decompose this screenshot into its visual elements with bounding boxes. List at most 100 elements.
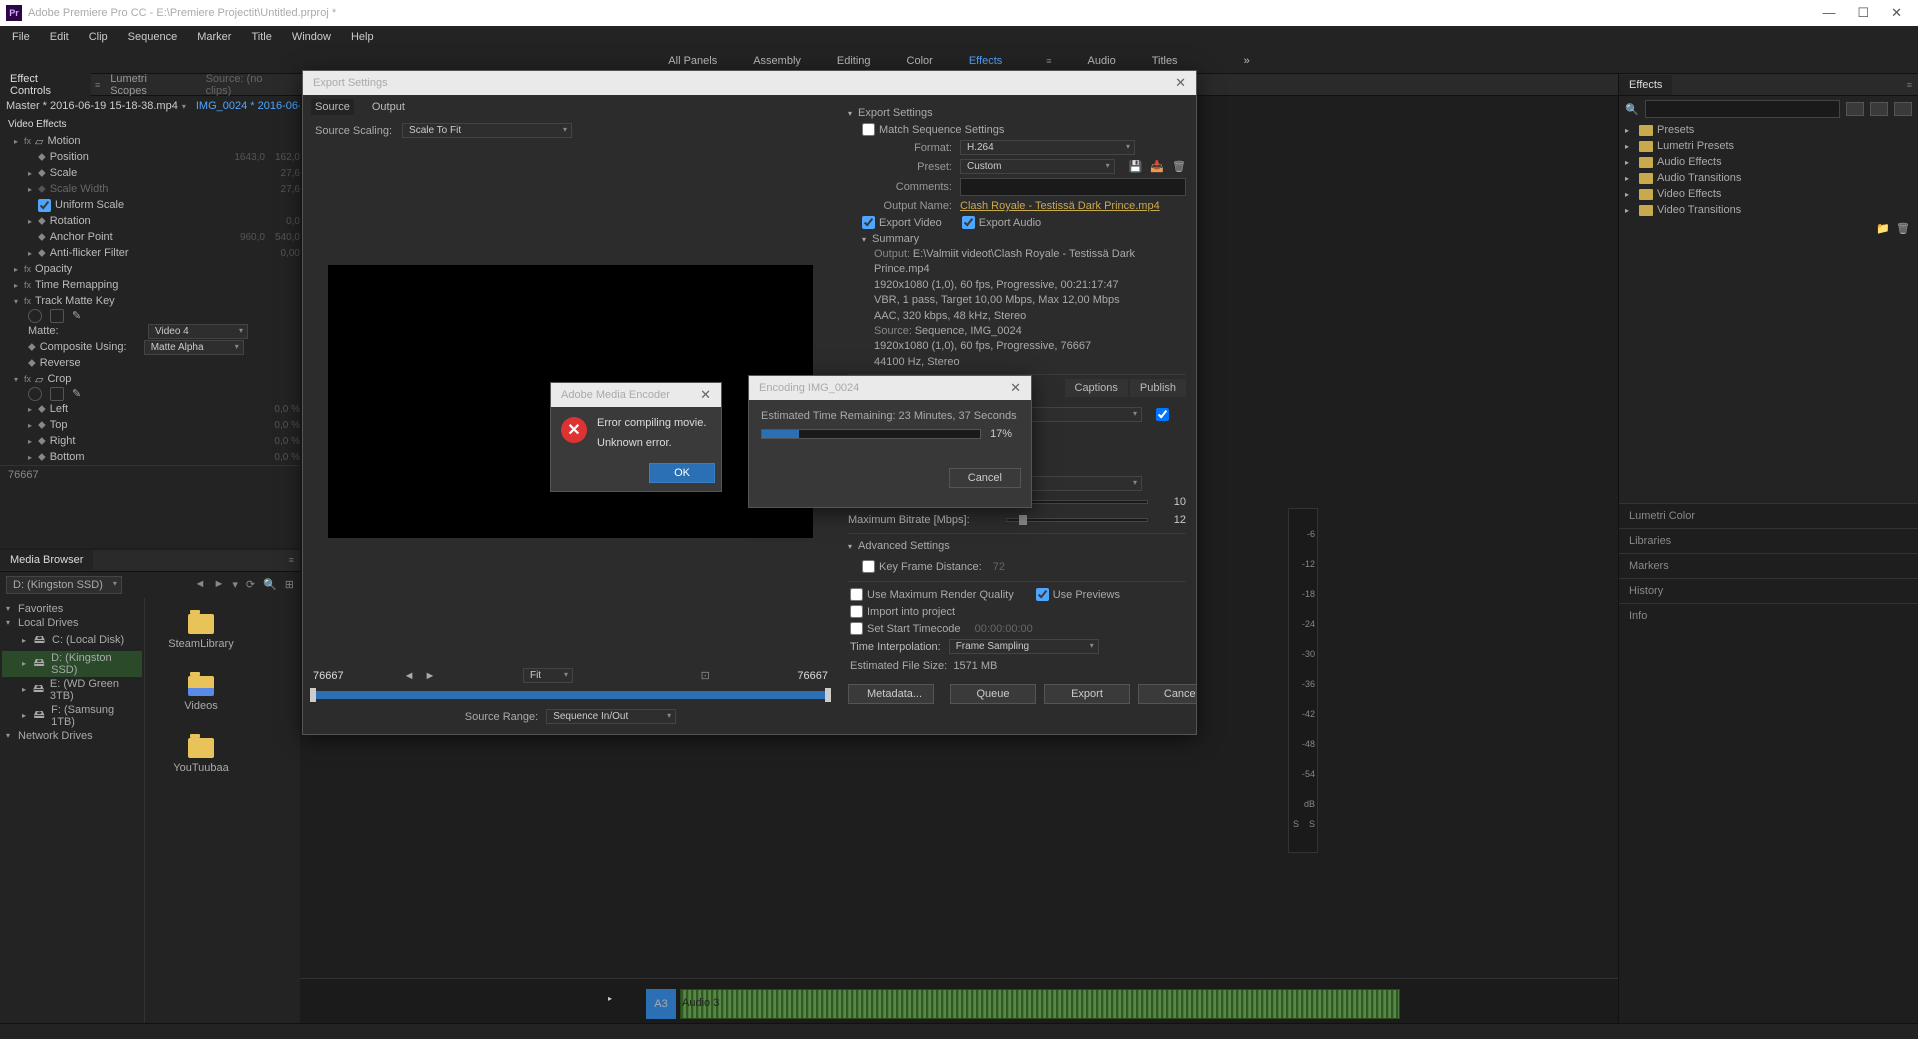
step-fwd-icon[interactable]: ►	[424, 670, 435, 682]
antiflicker-value[interactable]: 0,00	[281, 248, 300, 259]
ws-all-panels[interactable]: All Panels	[662, 51, 723, 71]
minimize-button[interactable]: —	[1822, 5, 1835, 21]
step-back-icon[interactable]: ◄	[404, 670, 415, 682]
folder-steamlibrary[interactable]: SteamLibrary	[161, 614, 241, 650]
matte-dropdown[interactable]: Video 4	[148, 324, 248, 339]
panel-info[interactable]: Info	[1619, 603, 1918, 1023]
back-icon[interactable]: ◄	[195, 578, 206, 591]
fit-dropdown[interactable]: Fit	[523, 668, 573, 683]
menu-sequence[interactable]: Sequence	[120, 29, 186, 45]
max-bitrate-slider[interactable]	[1006, 518, 1148, 522]
export-tab-captions[interactable]: Captions	[1065, 379, 1128, 397]
delete-preset-icon[interactable]: 🗑	[1172, 160, 1186, 173]
delete-icon[interactable]: 🗑	[1896, 222, 1910, 235]
time-interp-dropdown[interactable]: Frame Sampling	[949, 639, 1099, 654]
track-expand-icon[interactable]: ▸	[608, 994, 612, 1003]
time-remapping-effect[interactable]: Time Remapping	[35, 279, 118, 291]
audio-clip[interactable]	[680, 989, 1400, 1019]
menu-title[interactable]: Title	[243, 29, 279, 45]
ec-master-clip[interactable]: Master * 2016-06-19 15-18-38.mp4	[6, 100, 178, 112]
opacity-effect[interactable]: Opacity	[35, 263, 72, 275]
panel-lumetri-color[interactable]: Lumetri Color	[1619, 503, 1918, 528]
uniform-scale-checkbox[interactable]	[38, 199, 51, 212]
tree-favorites[interactable]: ▾Favorites	[2, 602, 142, 616]
crop-effect[interactable]: Crop	[47, 373, 71, 385]
motion-effect[interactable]: Motion	[47, 135, 80, 147]
menu-marker[interactable]: Marker	[189, 29, 239, 45]
chevron-down-icon[interactable]: ▾	[182, 102, 186, 111]
position-y[interactable]: 162,0	[275, 152, 300, 163]
start-timecode-checkbox[interactable]	[850, 622, 863, 635]
aspect-icon[interactable]: ⊡	[701, 669, 710, 682]
effects-search-input[interactable]	[1645, 100, 1840, 118]
timecode-in[interactable]: 76667	[313, 670, 344, 682]
format-dropdown[interactable]: H.264	[960, 140, 1135, 155]
ws-audio[interactable]: Audio	[1082, 51, 1122, 71]
mask-rect-icon[interactable]	[50, 309, 64, 323]
position-x[interactable]: 1643,0	[234, 152, 265, 163]
tab-media-browser[interactable]: Media Browser	[0, 550, 93, 570]
ws-effects-menu-icon[interactable]: ≡	[1040, 52, 1057, 70]
crop-left-value[interactable]: 0,0 %	[274, 404, 300, 415]
mux-checkbox[interactable]	[1156, 408, 1169, 421]
menu-edit[interactable]: Edit	[42, 29, 77, 45]
close-button[interactable]: ✕	[1891, 5, 1902, 21]
output-name-link[interactable]: Clash Royale - Testissä Dark Prince.mp4	[960, 200, 1160, 212]
comments-input[interactable]	[960, 178, 1186, 196]
mb-panel-menu-icon[interactable]: ≡	[289, 555, 294, 565]
folder-youtuubaa[interactable]: YouTuubaa	[161, 738, 241, 774]
max-bitrate-value[interactable]: 12	[1156, 514, 1186, 526]
new-bin-icon[interactable]: 📁	[1876, 222, 1890, 235]
source-scaling-dropdown[interactable]: Scale To Fit	[402, 123, 572, 138]
keyframe-checkbox[interactable]	[862, 560, 875, 573]
fx-video-transitions[interactable]: ▸Video Transitions	[1619, 202, 1918, 218]
drive-dropdown[interactable]: D: (Kingston SSD)	[6, 576, 122, 594]
tab-effects[interactable]: Effects	[1619, 75, 1672, 95]
timeline[interactable]: ▸ A3 Audio 3	[300, 978, 1618, 1023]
preset-dropdown[interactable]: Custom	[960, 159, 1115, 174]
match-sequence-checkbox[interactable]	[862, 123, 875, 136]
effects-panel-menu-icon[interactable]: ≡	[1907, 80, 1912, 90]
panel-libraries[interactable]: Libraries	[1619, 528, 1918, 553]
import-project-checkbox[interactable]	[850, 605, 863, 618]
accel-badge-2[interactable]	[1870, 102, 1888, 116]
forward-icon[interactable]: ►	[213, 578, 224, 591]
ec-sequence[interactable]: IMG_0024 * 2016-06-19 15-18-38	[196, 100, 300, 112]
folder-videos[interactable]: Videos	[161, 676, 241, 712]
target-bitrate-value[interactable]: 10	[1156, 496, 1186, 508]
rotation-value[interactable]: 0,0	[286, 216, 300, 227]
export-tab-source[interactable]: Source	[311, 99, 354, 115]
encoding-cancel-button[interactable]: Cancel	[949, 468, 1021, 488]
encoding-close-icon[interactable]: ✕	[1010, 380, 1021, 396]
export-close-icon[interactable]: ✕	[1175, 75, 1186, 91]
anchor-x[interactable]: 960,0	[240, 232, 265, 243]
export-tab-output[interactable]: Output	[368, 99, 409, 115]
menu-clip[interactable]: Clip	[81, 29, 116, 45]
tree-network-drives[interactable]: ▾Network Drives	[2, 729, 142, 743]
mask-pen-icon[interactable]: ✎	[72, 309, 86, 323]
fx-presets[interactable]: ▸Presets	[1619, 122, 1918, 138]
panel-history[interactable]: History	[1619, 578, 1918, 603]
queue-button[interactable]: Queue	[950, 684, 1036, 704]
accel-badge-1[interactable]	[1846, 102, 1864, 116]
import-preset-icon[interactable]: 📥	[1150, 160, 1164, 173]
crop-bottom-value[interactable]: 0,0 %	[274, 452, 300, 463]
refresh-icon[interactable]: ⟳	[246, 578, 255, 591]
track-matte-effect[interactable]: Track Matte Key	[35, 295, 115, 307]
search-icon[interactable]: 🔍	[263, 578, 277, 591]
panel-markers[interactable]: Markers	[1619, 553, 1918, 578]
ws-titles[interactable]: Titles	[1146, 51, 1184, 71]
export-audio-checkbox[interactable]	[962, 216, 975, 229]
fx-video-effects[interactable]: ▸Video Effects	[1619, 186, 1918, 202]
menu-help[interactable]: Help	[343, 29, 382, 45]
fx-audio-transitions[interactable]: ▸Audio Transitions	[1619, 170, 1918, 186]
metadata-button[interactable]: Metadata...	[848, 684, 934, 704]
tree-drive-e[interactable]: ▸🖴E: (WD Green 3TB)	[2, 677, 142, 703]
tree-local-drives[interactable]: ▾Local Drives	[2, 616, 142, 630]
error-ok-button[interactable]: OK	[649, 463, 715, 483]
accel-badge-3[interactable]	[1894, 102, 1912, 116]
fx-audio-effects[interactable]: ▸Audio Effects	[1619, 154, 1918, 170]
thumbnail-icon[interactable]: ⊞	[285, 578, 294, 591]
ws-editing[interactable]: Editing	[831, 51, 877, 71]
error-close-icon[interactable]: ✕	[700, 387, 711, 403]
